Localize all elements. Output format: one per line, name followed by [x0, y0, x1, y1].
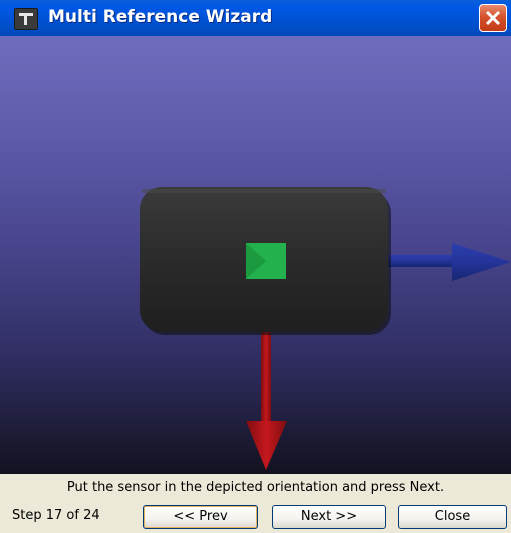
- close-icon[interactable]: [479, 4, 507, 32]
- y-axis-arrow: [246, 332, 287, 470]
- x-axis-arrow: [386, 243, 511, 281]
- title-bar[interactable]: Multi Reference Wizard: [0, 0, 511, 36]
- step-counter: Step 17 of 24: [12, 508, 100, 523]
- instruction-text: Put the sensor in the depicted orientati…: [66, 480, 445, 495]
- orientation-viewport: [0, 36, 511, 474]
- window-title: Multi Reference Wizard: [48, 7, 273, 27]
- wizard-window: Multi Reference Wizard Put the sensor in…: [0, 0, 511, 533]
- prev-button[interactable]: << Prev: [143, 505, 258, 529]
- next-button[interactable]: Next >>: [272, 505, 386, 529]
- close-button[interactable]: Close: [398, 505, 507, 529]
- tool-icon: [14, 8, 38, 30]
- led-indicator: [246, 243, 286, 279]
